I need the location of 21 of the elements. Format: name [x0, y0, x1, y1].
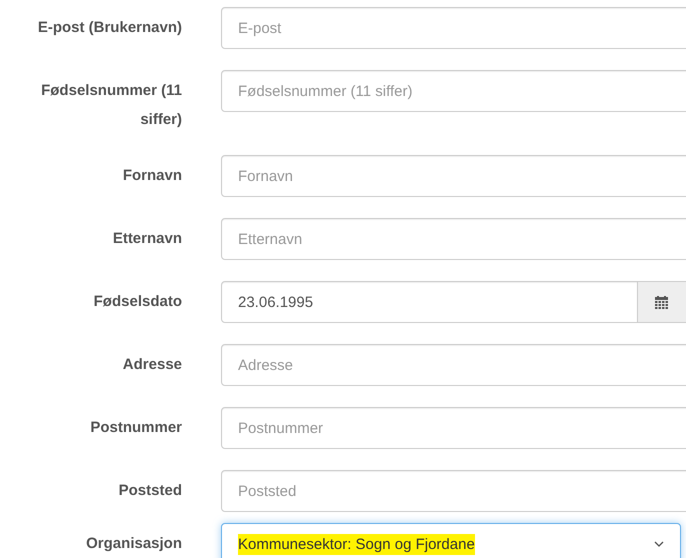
input-field[interactable]: E-post — [221, 7, 686, 49]
field-label: Etternavn — [112, 229, 182, 249]
chevron-down-icon — [654, 541, 664, 547]
input-field[interactable]: Fornavn — [221, 155, 686, 197]
field-label: Fornavn — [122, 166, 182, 186]
input-field[interactable]: Adresse — [221, 344, 686, 386]
field-label: Organisasjon — [85, 534, 182, 554]
field-label: Postnummer — [89, 418, 182, 438]
date-field[interactable]: 23.06.1995 — [221, 281, 638, 323]
field-label: Poststed — [118, 481, 182, 501]
select-field[interactable]: Kommunesektor: Sogn og Fjordane — [221, 523, 681, 558]
input-field[interactable]: Fødselsnummer (11 siffer) — [221, 70, 686, 112]
field-label: E-post (Brukernavn) — [36, 18, 182, 38]
input-field[interactable]: Poststed — [221, 470, 686, 512]
input-field[interactable]: Postnummer — [221, 407, 686, 449]
calendar-icon — [655, 296, 668, 308]
field-label: Fødselsdato — [92, 292, 182, 312]
field-label: Adresse — [122, 355, 182, 375]
field-label: Fødselsnummer (11 siffer) — [40, 81, 182, 130]
input-field[interactable]: Etternavn — [221, 218, 686, 260]
calendar-button[interactable] — [638, 281, 686, 323]
